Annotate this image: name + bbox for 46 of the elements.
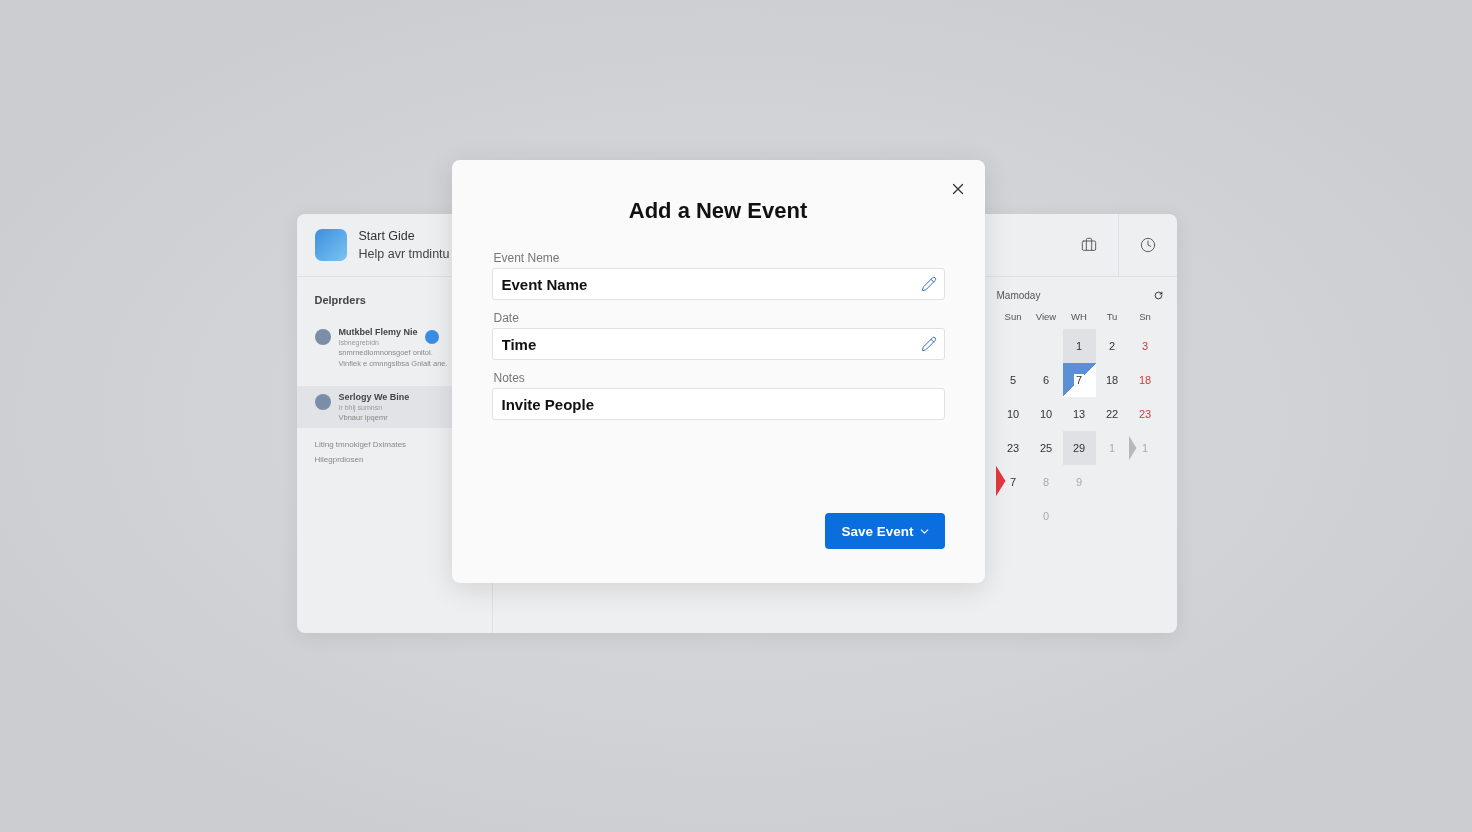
- app-subtitle: Help avr tmdintu: [358, 247, 450, 261]
- calendar-day[interactable]: 29: [1062, 431, 1096, 465]
- weekday-label: View: [1034, 311, 1058, 324]
- pencil-icon[interactable]: [920, 276, 937, 292]
- weekday-label: Sun: [1003, 311, 1023, 324]
- app-title: Start Gide: [358, 229, 416, 243]
- calendar-day[interactable]: 5: [996, 363, 1030, 397]
- calendar-day[interactable]: 23: [996, 431, 1030, 465]
- field-label: Notes: [493, 371, 526, 385]
- avatar: [314, 329, 331, 345]
- calendar-day[interactable]: 18: [1095, 363, 1129, 397]
- item-name: Serlogy We Bine: [338, 392, 410, 402]
- clock-icon: [1139, 237, 1156, 253]
- calendar-day[interactable]: 2: [1095, 329, 1129, 363]
- calendar-day[interactable]: 13: [1062, 397, 1096, 431]
- calendar-day[interactable]: 10: [1029, 397, 1063, 431]
- sidebar-note: Liting tmnokigef Dximates: [313, 440, 408, 449]
- pencil-icon[interactable]: [920, 336, 937, 352]
- sidebar-note: Hilegprdiosen: [313, 455, 365, 464]
- calendar-day[interactable]: 23: [1128, 397, 1162, 431]
- calendar-day[interactable]: 1: [1062, 329, 1096, 363]
- calendar-day[interactable]: 7: [996, 465, 1030, 499]
- weekday-label: Sn: [1138, 311, 1152, 324]
- weekday-label: Tu: [1105, 311, 1119, 324]
- calendar-day[interactable]: 10: [996, 397, 1030, 431]
- input-field[interactable]: Event Name: [491, 268, 945, 300]
- field-label: Date: [493, 311, 520, 325]
- section-title: Delprders: [313, 294, 367, 306]
- save-button[interactable]: Save Event: [825, 513, 945, 549]
- calendar-day[interactable]: 3: [1128, 329, 1162, 363]
- dialog-title: Add a New Event: [627, 198, 809, 224]
- calendar-day[interactable]: 22: [1095, 397, 1129, 431]
- calendar-day[interactable]: 7: [1062, 363, 1096, 397]
- refresh-icon[interactable]: [1153, 290, 1163, 300]
- calendar-day[interactable]: 25: [1029, 431, 1063, 465]
- calendar-day[interactable]: 6: [1029, 363, 1063, 397]
- input-field[interactable]: Time: [491, 328, 945, 360]
- app-icon: [314, 229, 347, 261]
- briefcase-icon: [1080, 237, 1097, 253]
- avatar: [314, 394, 331, 410]
- input-field[interactable]: Invite People: [491, 388, 945, 420]
- item-name: Mutkbel Flemy Nie: [338, 327, 419, 337]
- field-label: Event Neme: [493, 251, 561, 265]
- calendar-title: Mamoday: [996, 289, 1041, 301]
- calendar-day[interactable]: 18: [1128, 363, 1162, 397]
- weekday-label: WH: [1070, 311, 1088, 324]
